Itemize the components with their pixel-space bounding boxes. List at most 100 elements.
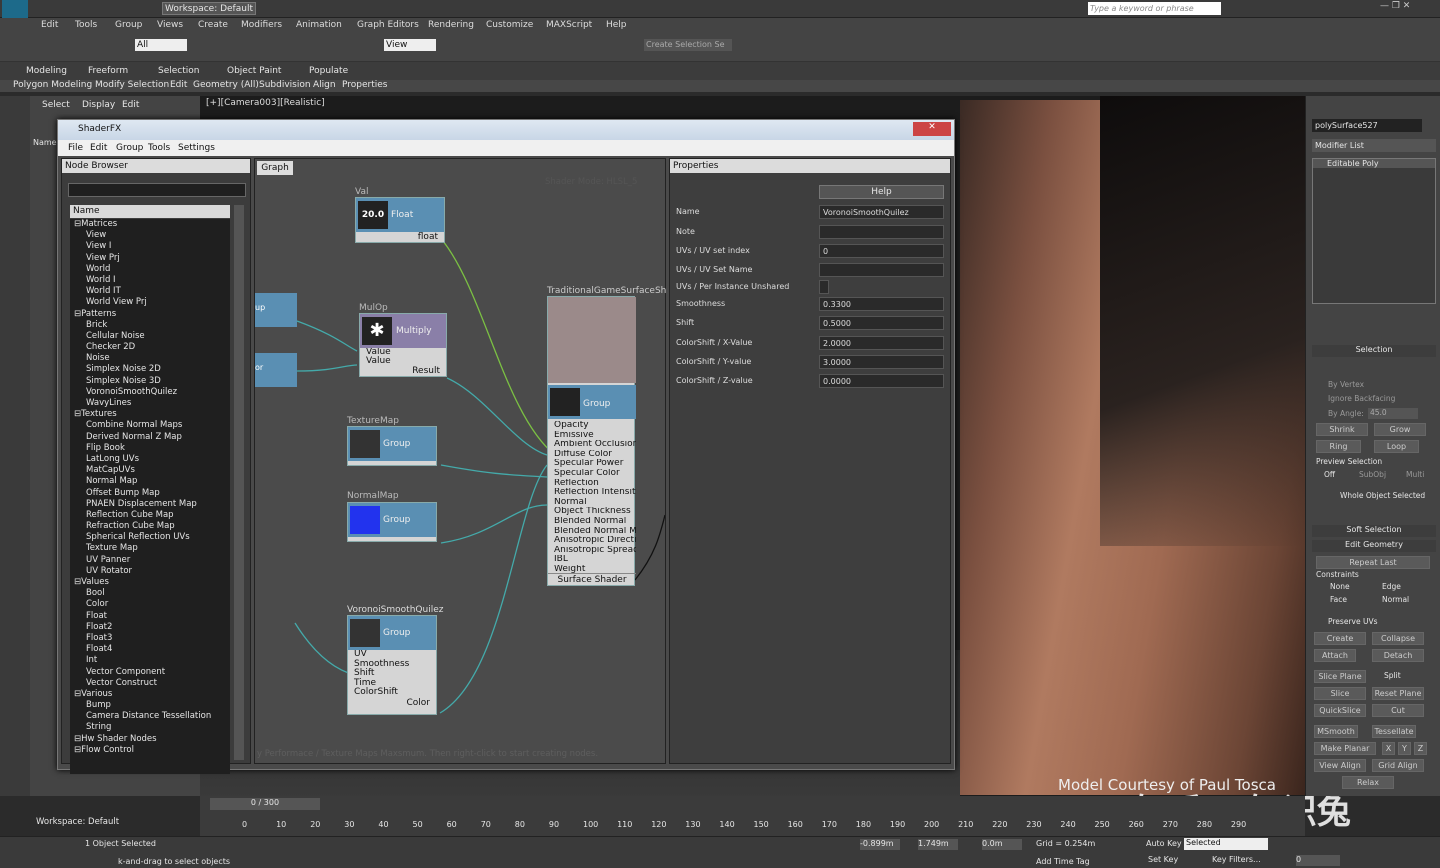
offscreen-node-1[interactable]: up (255, 293, 297, 327)
tree-item[interactable]: MatCapUVs (70, 465, 230, 476)
planar-x-button[interactable]: X (1382, 742, 1395, 755)
surface-input[interactable]: Anisotropic Spread (548, 546, 636, 556)
surface-input[interactable]: Object Thickness (548, 507, 636, 517)
ribbon-tab-3[interactable]: Object Paint (227, 66, 281, 76)
menu-modifiers[interactable]: Modifiers (241, 20, 282, 30)
ignore-backfacing-checkbox[interactable]: Ignore Backfacing (1328, 394, 1395, 403)
tree-item[interactable]: Refraction Cube Map (70, 521, 230, 532)
current-frame[interactable]: 0 (1296, 855, 1340, 866)
tree-name-header[interactable]: Name (70, 205, 230, 218)
preview-subobj-radio[interactable]: SubObj (1359, 470, 1386, 479)
z-coordinate[interactable]: 0.0m (982, 839, 1022, 850)
tree-item[interactable]: Brick (70, 320, 230, 331)
node-search-input[interactable] (68, 183, 246, 197)
tree-item[interactable]: Color (70, 599, 230, 610)
stack-item-editable-poly[interactable]: Editable Poly (1313, 159, 1435, 168)
tree-item[interactable]: Bool (70, 588, 230, 599)
preview-multi-radio[interactable]: Multi (1406, 470, 1424, 479)
quickslice-button[interactable]: QuickSlice (1314, 704, 1366, 717)
tree-item[interactable]: UV Panner (70, 555, 230, 566)
constraint-none-radio[interactable]: None (1330, 582, 1350, 591)
tree-category[interactable]: ⊟Values (70, 577, 230, 588)
preserve-uvs-checkbox[interactable]: Preserve UVs (1328, 617, 1378, 626)
tree-item[interactable]: World IT (70, 286, 230, 297)
msmooth-button[interactable]: MSmooth (1314, 725, 1358, 738)
surface-input[interactable]: Specular Power (548, 459, 636, 469)
preview-off-radio[interactable]: Off (1324, 470, 1335, 479)
ribbon-tab-0[interactable]: Modeling (26, 66, 67, 76)
ribbon-panel-5[interactable]: Align (313, 80, 336, 90)
tree-item[interactable]: Combine Normal Maps (70, 420, 230, 431)
tree-item[interactable]: Simplex Noise 2D (70, 364, 230, 375)
surface-input[interactable]: Reflection Intensity (548, 488, 636, 498)
menu-rendering[interactable]: Rendering (428, 20, 474, 30)
prop-value[interactable] (819, 280, 829, 294)
modifier-list-dropdown[interactable]: Modifier List (1312, 139, 1436, 152)
create-selection-set[interactable]: Create Selection Se (644, 39, 732, 51)
val-value[interactable]: 20.0 (358, 201, 388, 229)
menu-views[interactable]: Views (157, 20, 183, 30)
prop-value[interactable]: 3.0000 (819, 355, 944, 369)
sfx-menu-file[interactable]: File (68, 143, 83, 153)
texturemap-node[interactable]: Group (347, 426, 437, 466)
ribbon-panel-3[interactable]: Geometry (All) (193, 80, 259, 90)
graph-panel[interactable]: Graph Shader Mode: HLSL_5 y Performace /… (254, 158, 666, 764)
mulop-node[interactable]: ✱ Multiply Value Value Result (359, 313, 447, 377)
scene-tab-display[interactable]: Display (82, 100, 115, 110)
menu-help[interactable]: Help (606, 20, 627, 30)
tree-item[interactable]: View I (70, 241, 230, 252)
reset-plane-button[interactable]: Reset Plane (1372, 687, 1424, 700)
create-button[interactable]: Create (1314, 632, 1366, 645)
menu-animation[interactable]: Animation (296, 20, 342, 30)
rollout-edit-geometry[interactable]: Edit Geometry (1312, 540, 1436, 552)
tree-category[interactable]: ⊟Various (70, 689, 230, 700)
make-planar-button[interactable]: Make Planar (1314, 742, 1376, 755)
node-tree[interactable]: ⊟Matrices View View I View Prj World World IW… (70, 219, 230, 774)
auto-key-button[interactable]: Auto Key (1146, 839, 1182, 848)
time-slider[interactable]: 0 / 300 (210, 798, 320, 810)
tree-item[interactable]: Checker 2D (70, 342, 230, 353)
tree-item[interactable]: PNAEN Displacement Map (70, 499, 230, 510)
rollout-selection[interactable]: Selection (1312, 345, 1436, 357)
menu-customize[interactable]: Customize (486, 20, 533, 30)
detach-button[interactable]: Detach (1372, 649, 1424, 662)
shaderfx-titlebar[interactable]: ShaderFX ✕ (58, 120, 954, 140)
surface-input[interactable]: Specular Color (548, 469, 636, 479)
help-button[interactable]: Help (819, 185, 944, 199)
tree-item[interactable]: UV Rotator (70, 566, 230, 577)
slice-plane-button[interactable]: Slice Plane (1314, 670, 1366, 683)
voronoi-node[interactable]: Group UV Smoothness Shift Time ColorShift Co… (347, 615, 437, 715)
tree-item[interactable]: Spherical Reflection UVs (70, 532, 230, 543)
tree-item[interactable]: Vector Construct (70, 678, 230, 689)
shrink-button[interactable]: Shrink (1316, 423, 1368, 436)
tree-category[interactable]: ⊟Hw Shader Nodes (70, 734, 230, 745)
reference-coordinate-dropdown[interactable]: View (384, 39, 436, 51)
prop-value[interactable] (819, 263, 944, 277)
object-name-field[interactable]: polySurface527 (1312, 119, 1422, 132)
ribbon-tab-4[interactable]: Populate (309, 66, 348, 76)
set-key-button[interactable]: Set Key (1148, 855, 1178, 864)
repeat-last-button[interactable]: Repeat Last (1316, 556, 1430, 569)
grow-button[interactable]: Grow (1374, 423, 1426, 436)
key-filters-button[interactable]: Key Filters... (1212, 855, 1261, 864)
surface-shader-node[interactable]: Group Opacity Emissive Ambient Occlusion Di… (547, 296, 636, 586)
constraint-face-radio[interactable]: Face (1330, 595, 1347, 604)
ribbon-panel-0[interactable]: Polygon Modeling (13, 80, 92, 90)
by-vertex-checkbox[interactable]: By Vertex (1328, 380, 1364, 389)
surface-input[interactable]: Diffuse Color (548, 450, 636, 460)
menu-tools[interactable]: Tools (75, 20, 97, 30)
tree-category[interactable]: ⊟Flow Control (70, 745, 230, 756)
tree-item[interactable]: Reflection Cube Map (70, 510, 230, 521)
view-align-button[interactable]: View Align (1314, 759, 1366, 772)
tree-category[interactable]: ⊟Textures (70, 409, 230, 420)
surface-input[interactable]: Reflection (548, 479, 636, 489)
tree-item[interactable]: World (70, 264, 230, 275)
x-coordinate[interactable]: -0.899m (860, 839, 900, 850)
ribbon-tab-2[interactable]: Selection (158, 66, 199, 76)
tree-item[interactable]: Normal Map (70, 476, 230, 487)
menu-create[interactable]: Create (198, 20, 228, 30)
key-mode-dropdown[interactable]: Selected (1184, 838, 1268, 850)
add-time-tag[interactable]: Add Time Tag (1036, 857, 1090, 866)
y-coordinate[interactable]: 1.749m (918, 839, 958, 850)
cut-button[interactable]: Cut (1372, 704, 1424, 717)
